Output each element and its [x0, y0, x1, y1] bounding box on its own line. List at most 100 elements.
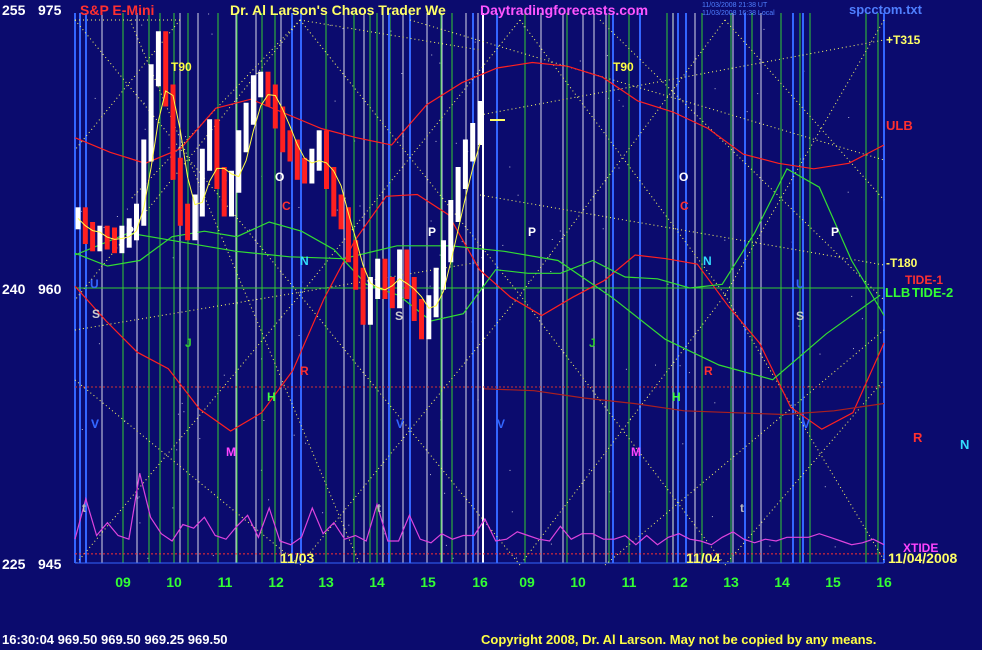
- star-dot: [334, 100, 336, 102]
- star-dot: [177, 413, 179, 415]
- site-title: Dr. Al Larson's Chaos Trader We: [230, 2, 446, 18]
- time-tick-label: 10: [166, 574, 182, 590]
- star-dot: [138, 496, 140, 498]
- star-dot: [606, 55, 608, 57]
- star-dot: [853, 348, 854, 350]
- star-dot: [342, 28, 344, 30]
- timestamp-local: 11/03/2008 16:38 Local: [702, 10, 775, 17]
- time-tick-label: 10: [570, 574, 586, 590]
- time-tick-label: 15: [420, 574, 436, 590]
- footer-quote: 16:30:04 969.50 969.50 969.25 969.50: [2, 632, 228, 647]
- star-dot: [142, 50, 143, 52]
- gann-letter-d1-10: P: [428, 225, 436, 239]
- gann-letter-d1-4: N: [300, 254, 309, 268]
- site-url: Daytradingforecasts.com: [480, 2, 649, 18]
- time-tick-label: 14: [774, 574, 790, 590]
- star-dot: [848, 117, 850, 118]
- star-dot: [298, 335, 300, 336]
- price-top: 975: [38, 2, 62, 18]
- gann-letter-d2-12: U: [796, 277, 805, 291]
- star-dot: [711, 516, 713, 518]
- star-dot: [348, 524, 350, 526]
- label-ulb: ULB: [886, 118, 913, 133]
- star-dot: [655, 364, 656, 366]
- gann-letter-d1-15: t: [82, 501, 86, 515]
- time-tick-label: 16: [876, 574, 892, 590]
- star-dot: [211, 33, 213, 35]
- day-label-1: 11/03: [280, 550, 315, 566]
- gann-letter-d1-17: V: [91, 417, 99, 431]
- star-dot: [798, 325, 800, 327]
- star-dot: [439, 62, 441, 64]
- star-dot: [861, 318, 863, 320]
- star-dot: [548, 255, 550, 257]
- time-tick-label: 14: [369, 574, 385, 590]
- star-dot: [137, 497, 139, 499]
- gann-letter-d1-16: t: [377, 501, 381, 515]
- gann-letter-d1-14: S: [395, 309, 403, 323]
- star-dot: [682, 443, 684, 445]
- gann-letter-d2-13: t: [740, 501, 744, 515]
- chart-background: [0, 0, 982, 650]
- star-dot: [551, 239, 553, 240]
- time-tick-label: 11: [218, 574, 233, 590]
- star-dot: [679, 365, 681, 367]
- gann-letter-d2-14: V: [802, 417, 810, 431]
- star-dot: [834, 546, 836, 548]
- price-mid: 960: [38, 281, 62, 297]
- star-dot: [724, 239, 726, 241]
- gann-letter-d2-6: H: [672, 390, 681, 404]
- gann-letter-d1-8: M: [226, 445, 236, 459]
- gann-letter-d2-10: P: [831, 225, 839, 239]
- star-dot: [511, 511, 513, 513]
- star-dot: [298, 207, 300, 208]
- label-date: 11/04/2008: [888, 550, 958, 566]
- star-dot: [208, 13, 210, 15]
- instrument-label: S&P E-Mini: [80, 2, 155, 18]
- time-tick-label: 12: [672, 574, 688, 590]
- star-dot: [435, 140, 437, 142]
- star-dot: [116, 216, 118, 217]
- star-dot: [444, 492, 446, 494]
- star-dot: [103, 226, 105, 228]
- label-t180: -T180: [886, 256, 918, 270]
- star-dot: [824, 486, 826, 488]
- star-dot: [625, 368, 627, 370]
- gann-letter-d2-3: C: [680, 199, 689, 213]
- gann-letter-d2-0: P: [528, 225, 536, 239]
- star-dot: [847, 191, 849, 193]
- gann-letter-d1-5: J: [185, 336, 192, 350]
- time-tick-label: 16: [472, 574, 488, 590]
- star-dot: [429, 285, 431, 287]
- star-dot: [344, 197, 346, 199]
- star-dot: [293, 434, 295, 436]
- gann-letter-d2-5: J: [589, 336, 596, 350]
- star-dot: [763, 28, 765, 30]
- star-dot: [139, 522, 141, 524]
- star-dot: [176, 449, 178, 451]
- gann-letter-d1-6: H: [267, 390, 276, 404]
- star-dot: [667, 283, 669, 285]
- label-n: N: [960, 437, 970, 452]
- gann-letter-d1-7: R: [300, 364, 309, 378]
- star-dot: [183, 411, 185, 413]
- star-dot: [401, 73, 403, 74]
- star-dot: [559, 230, 561, 232]
- star-dot: [588, 469, 590, 471]
- star-dot: [746, 111, 748, 113]
- gann-letter-d1-2: O: [275, 170, 284, 184]
- star-dot: [359, 205, 361, 207]
- star-dot: [622, 105, 624, 107]
- star-dot: [430, 220, 432, 222]
- star-dot: [618, 167, 620, 169]
- label-llb: LLB: [885, 285, 911, 300]
- gann-letter-d1-1: T90: [171, 60, 192, 74]
- star-dot: [147, 557, 149, 559]
- star-dot: [305, 442, 307, 444]
- star-dot: [98, 343, 100, 345]
- star-dot: [141, 24, 143, 26]
- star-dot: [676, 85, 678, 87]
- star-dot: [223, 374, 225, 376]
- star-dot: [181, 402, 183, 404]
- star-dot: [461, 241, 463, 243]
